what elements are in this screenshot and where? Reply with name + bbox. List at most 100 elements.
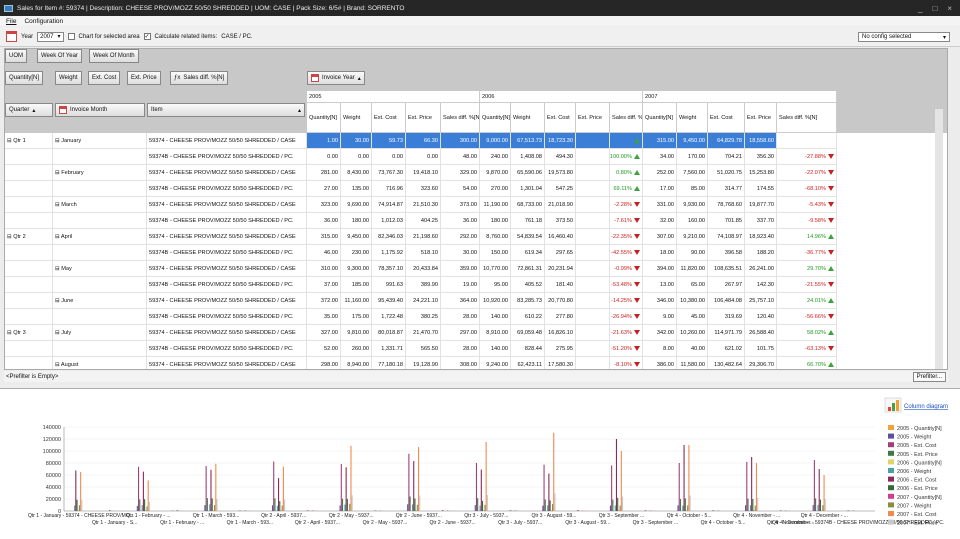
value-cell: 160.00 bbox=[677, 213, 708, 229]
column-diagram-link[interactable]: Column diagram bbox=[904, 404, 948, 410]
value-cell: 315.00 bbox=[307, 229, 341, 245]
value-cell: 8,940.00 bbox=[341, 357, 372, 369]
month-cell: ⊟ August bbox=[53, 357, 147, 369]
field-week-of-month[interactable]: Week Of Month bbox=[89, 49, 139, 63]
vertical-scrollbar[interactable] bbox=[935, 109, 943, 369]
config-select[interactable]: No config selected ▾ bbox=[858, 32, 950, 42]
value-cell: 36.00 bbox=[307, 213, 341, 229]
sales-diff-value: 29.70% bbox=[807, 265, 826, 272]
year-header[interactable]: 2006 bbox=[480, 91, 643, 103]
arrow-down-icon bbox=[634, 282, 640, 287]
maximize-icon[interactable]: □ bbox=[932, 4, 937, 13]
table-row[interactable]: 59374B - CHEESE PROV/MOZZ 50/50 SHREDDED… bbox=[5, 149, 947, 165]
y-tick-label: 20000 bbox=[46, 497, 61, 503]
legend-label: 2007 - Weight bbox=[897, 503, 932, 509]
sales-diff-value: 100.00% bbox=[610, 153, 632, 160]
bar bbox=[684, 498, 686, 511]
field-invoice-month-label: Invoice Month bbox=[70, 107, 108, 113]
bar bbox=[687, 505, 689, 511]
value-cell: 30.00 bbox=[341, 133, 372, 149]
arrow-down-icon bbox=[828, 250, 834, 255]
legend-swatch bbox=[888, 511, 894, 516]
table-row[interactable]: ⊟ August 59374 - CHEESE PROV/MOZZ 50/50 S… bbox=[5, 357, 947, 369]
column-header[interactable]: Weight bbox=[341, 103, 372, 133]
bar bbox=[109, 510, 111, 511]
year-header[interactable]: 2007 bbox=[643, 91, 837, 103]
field-ext-price[interactable]: Ext. Price bbox=[127, 71, 161, 85]
bar bbox=[271, 505, 274, 511]
value-cell: 85.00 bbox=[677, 181, 708, 197]
field-quantity[interactable]: Quantity[N] bbox=[5, 71, 44, 85]
column-header[interactable]: Sales diff. %[N] bbox=[441, 103, 480, 133]
column-header[interactable]: Ext. Price bbox=[576, 103, 610, 133]
field-week-of-year[interactable]: Week Of Year bbox=[37, 49, 82, 63]
table-row[interactable]: 59374B - CHEESE PROV/MOZZ 50/50 SHREDDED… bbox=[5, 245, 947, 261]
value-cell: -56.66% bbox=[777, 309, 837, 325]
table-row[interactable]: ⊟ June 59374 - CHEESE PROV/MOZZ 50/50 SHR… bbox=[5, 293, 947, 309]
table-row[interactable]: 59374B - CHEESE PROV/MOZZ 50/50 SHREDDED… bbox=[5, 341, 947, 357]
arrow-down-icon bbox=[828, 218, 834, 223]
sales-diff-value: -36.77% bbox=[805, 249, 826, 256]
month-cell bbox=[53, 277, 147, 293]
field-quarter[interactable]: Quarter ▴ bbox=[5, 103, 53, 117]
value-cell: 297.65 bbox=[545, 245, 576, 261]
bar bbox=[689, 495, 691, 511]
year-header[interactable]: 2005 bbox=[307, 91, 480, 103]
value-cell: 11,190.00 bbox=[480, 197, 511, 213]
column-header[interactable]: Ext. Cost bbox=[545, 103, 576, 133]
table-row[interactable]: ⊟ February 59374 - CHEESE PROV/MOZZ 50/50… bbox=[5, 165, 947, 181]
value-cell: 69.11% bbox=[610, 181, 643, 197]
table-row[interactable]: 59374B - CHEESE PROV/MOZZ 50/50 SHREDDED… bbox=[5, 277, 947, 293]
table-row[interactable]: 59374B - CHEESE PROV/MOZZ 50/50 SHREDDED… bbox=[5, 181, 947, 197]
table-row[interactable]: ⊟ Qtr 3 ⊟ July 59374 - CHEESE PROV/MOZZ 50… bbox=[5, 325, 947, 341]
table-row[interactable]: ⊟ May 59374 - CHEESE PROV/MOZZ 50/50 SHRE… bbox=[5, 261, 947, 277]
field-uom[interactable]: UOM bbox=[5, 49, 27, 63]
column-header[interactable]: Quantity[N] bbox=[307, 103, 341, 133]
minimize-icon[interactable]: _ bbox=[918, 4, 922, 13]
chart-panel: 140000 120000 100000 80000 60000 40000 20000 0 Q… bbox=[0, 388, 960, 539]
table-row[interactable]: ⊟ March 59374 - CHEESE PROV/MOZZ 50/50 SH… bbox=[5, 197, 947, 213]
bar bbox=[747, 498, 749, 511]
table-row[interactable]: ⊟ Qtr 1 ⊟ January 59374 - CHEESE PROV/MOZZ… bbox=[5, 133, 947, 149]
x-tick-label: Qtr 2 - June - 5937... bbox=[430, 520, 476, 526]
value-cell: 77,180.18 bbox=[372, 357, 406, 369]
arrow-down-icon bbox=[634, 202, 640, 207]
column-header[interactable]: Weight bbox=[511, 103, 545, 133]
column-header[interactable]: Ext. Price bbox=[406, 103, 441, 133]
column-header[interactable]: Sales diff. %[N] bbox=[610, 103, 643, 133]
field-invoice-month[interactable]: Invoice Month bbox=[55, 103, 145, 117]
table-row[interactable]: 59374B - CHEESE PROV/MOZZ 50/50 SHREDDED… bbox=[5, 309, 947, 325]
column-header[interactable]: Ext. Cost bbox=[372, 103, 406, 133]
year-select[interactable]: 2007 ▾ bbox=[37, 31, 64, 42]
close-icon[interactable]: × bbox=[947, 4, 952, 13]
field-invoice-year[interactable]: Invoice Year ▴ bbox=[307, 71, 365, 85]
column-header[interactable]: Quantity[N] bbox=[480, 103, 511, 133]
column-header[interactable]: Ext. Cost bbox=[708, 103, 745, 133]
value-cell: 19,128.90 bbox=[406, 357, 441, 369]
table-row[interactable]: 59374B - CHEESE PROV/MOZZ 50/50 SHREDDED… bbox=[5, 213, 947, 229]
column-header[interactable]: Weight bbox=[677, 103, 708, 133]
bar bbox=[282, 466, 284, 511]
column-header[interactable]: Sales diff. %[N] bbox=[777, 103, 837, 133]
value-cell: -36.77% bbox=[777, 245, 837, 261]
field-ext-cost[interactable]: Ext. Cost bbox=[88, 71, 121, 85]
chart-selected-checkbox[interactable] bbox=[67, 33, 75, 40]
field-item[interactable]: Item ▴ bbox=[147, 103, 305, 117]
menu-file[interactable]: File bbox=[6, 18, 16, 25]
calc-related-checkbox[interactable]: ✓ bbox=[143, 33, 151, 40]
bar bbox=[812, 505, 814, 511]
field-sales-diff[interactable]: ƒx Sales diff. %[N] bbox=[170, 71, 229, 85]
table-row[interactable]: ⊟ Qtr 2 ⊟ April 59374 - CHEESE PROV/MOZZ 5… bbox=[5, 229, 947, 245]
prefilter-button[interactable]: Prefilter... bbox=[912, 372, 946, 382]
value-cell: 0.80% bbox=[610, 165, 643, 181]
menu-configuration[interactable]: Configuration bbox=[24, 18, 63, 25]
item-cell: 59374B - CHEESE PROV/MOZZ 50/50 SHREDDED… bbox=[147, 309, 307, 325]
column-header[interactable]: Quantity[N] bbox=[643, 103, 677, 133]
bar bbox=[344, 504, 346, 511]
arrow-down-icon bbox=[634, 314, 640, 319]
value-cell: 547.25 bbox=[545, 181, 576, 197]
field-weight[interactable]: Weight bbox=[55, 71, 82, 85]
value-cell: -9.58% bbox=[777, 213, 837, 229]
bar bbox=[210, 469, 212, 511]
column-header[interactable]: Ext. Price bbox=[745, 103, 777, 133]
